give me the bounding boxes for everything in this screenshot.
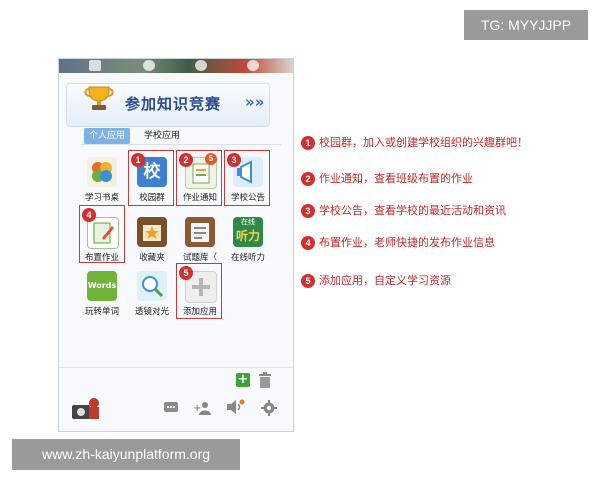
app-favorites[interactable]: 收藏夹 [129, 211, 173, 267]
app-panel: 参加知识竞赛 »» 个人应用 学校应用 学习书桌 校 校园群 作业通知 学校公告… [58, 58, 294, 432]
tab-school-apps[interactable]: 学校应用 [139, 128, 185, 144]
annotation-text: 添加应用，自定义学习资源 [319, 274, 451, 287]
tile-text: 听力 [235, 229, 260, 243]
question-bank-icon [185, 217, 215, 247]
app-online-listening[interactable]: 在线 听力 在线听力 [225, 211, 269, 267]
banner-arrow-icon[interactable]: »» [245, 93, 264, 111]
annotation-text: 布置作业，老师快捷的发布作业信息 [319, 236, 495, 249]
notification-badge: 5 [205, 153, 217, 165]
grid-icon[interactable] [89, 60, 101, 71]
annotation-number: 2 [301, 172, 315, 186]
annotation-text: 学校公告，查看学校的最近活动和资讯 [319, 204, 506, 217]
marker-5: 5 [179, 266, 193, 280]
volume-icon[interactable] [225, 399, 245, 415]
annotation-number: 1 [301, 136, 315, 150]
camera-avatar-icon[interactable] [71, 395, 101, 423]
add-contact-icon[interactable]: + [193, 401, 211, 415]
annotation-number: 3 [301, 204, 315, 218]
app-study-desk[interactable]: 学习书桌 [79, 151, 123, 207]
app-words[interactable]: Words 玩转单词 [79, 265, 123, 321]
favorites-star-icon [137, 217, 167, 247]
user-alt-icon[interactable] [247, 60, 259, 71]
words-icon: Words [87, 271, 117, 301]
annotation-number: 4 [301, 236, 315, 250]
marker-3: 3 [227, 153, 241, 167]
tile-text-top: 在线 [241, 218, 255, 226]
banner-title[interactable]: 参加知识竞赛 [125, 93, 221, 114]
settings-gear-icon[interactable] [261, 400, 277, 416]
tab-personal-apps[interactable]: 个人应用 [84, 128, 131, 144]
annotation-number: 5 [301, 274, 315, 288]
footer-divider [59, 367, 293, 368]
lens-icon [137, 271, 167, 301]
app-label: 学习书桌 [84, 193, 119, 203]
app-question-bank[interactable]: 试题库（ [177, 211, 221, 267]
annotation-text: 校园群，加入或创建学校组织的兴趣群吧！ [319, 136, 528, 149]
tab-divider [81, 144, 281, 145]
app-lens[interactable]: 透镜对光 [129, 265, 173, 321]
message-icon[interactable] [163, 401, 179, 415]
trophy-icon [84, 86, 114, 110]
app-label: 玩转单词 [84, 307, 119, 317]
add-green-icon[interactable]: + [236, 373, 250, 387]
tg-watermark: TG: MYYJJPP [464, 10, 588, 40]
app-label: 透镜对光 [134, 307, 169, 317]
clock-icon[interactable] [143, 60, 155, 71]
marker-4: 4 [82, 208, 96, 222]
top-strip [59, 59, 293, 73]
app-label: 在线听力 [230, 253, 265, 263]
user-icon[interactable] [195, 60, 207, 71]
app-label: 试题库（ [182, 253, 217, 263]
url-watermark: www.zh-kaiyunplatform.org [12, 439, 240, 470]
marker-1: 1 [131, 153, 145, 167]
annotation-text: 作业通知，查看班级布置的作业 [319, 172, 473, 185]
flower-book-icon [87, 157, 117, 187]
online-listening-icon: 在线 听力 [233, 217, 263, 247]
trash-icon[interactable] [258, 372, 272, 388]
app-label: 收藏夹 [139, 253, 165, 263]
marker-2: 2 [179, 153, 193, 167]
